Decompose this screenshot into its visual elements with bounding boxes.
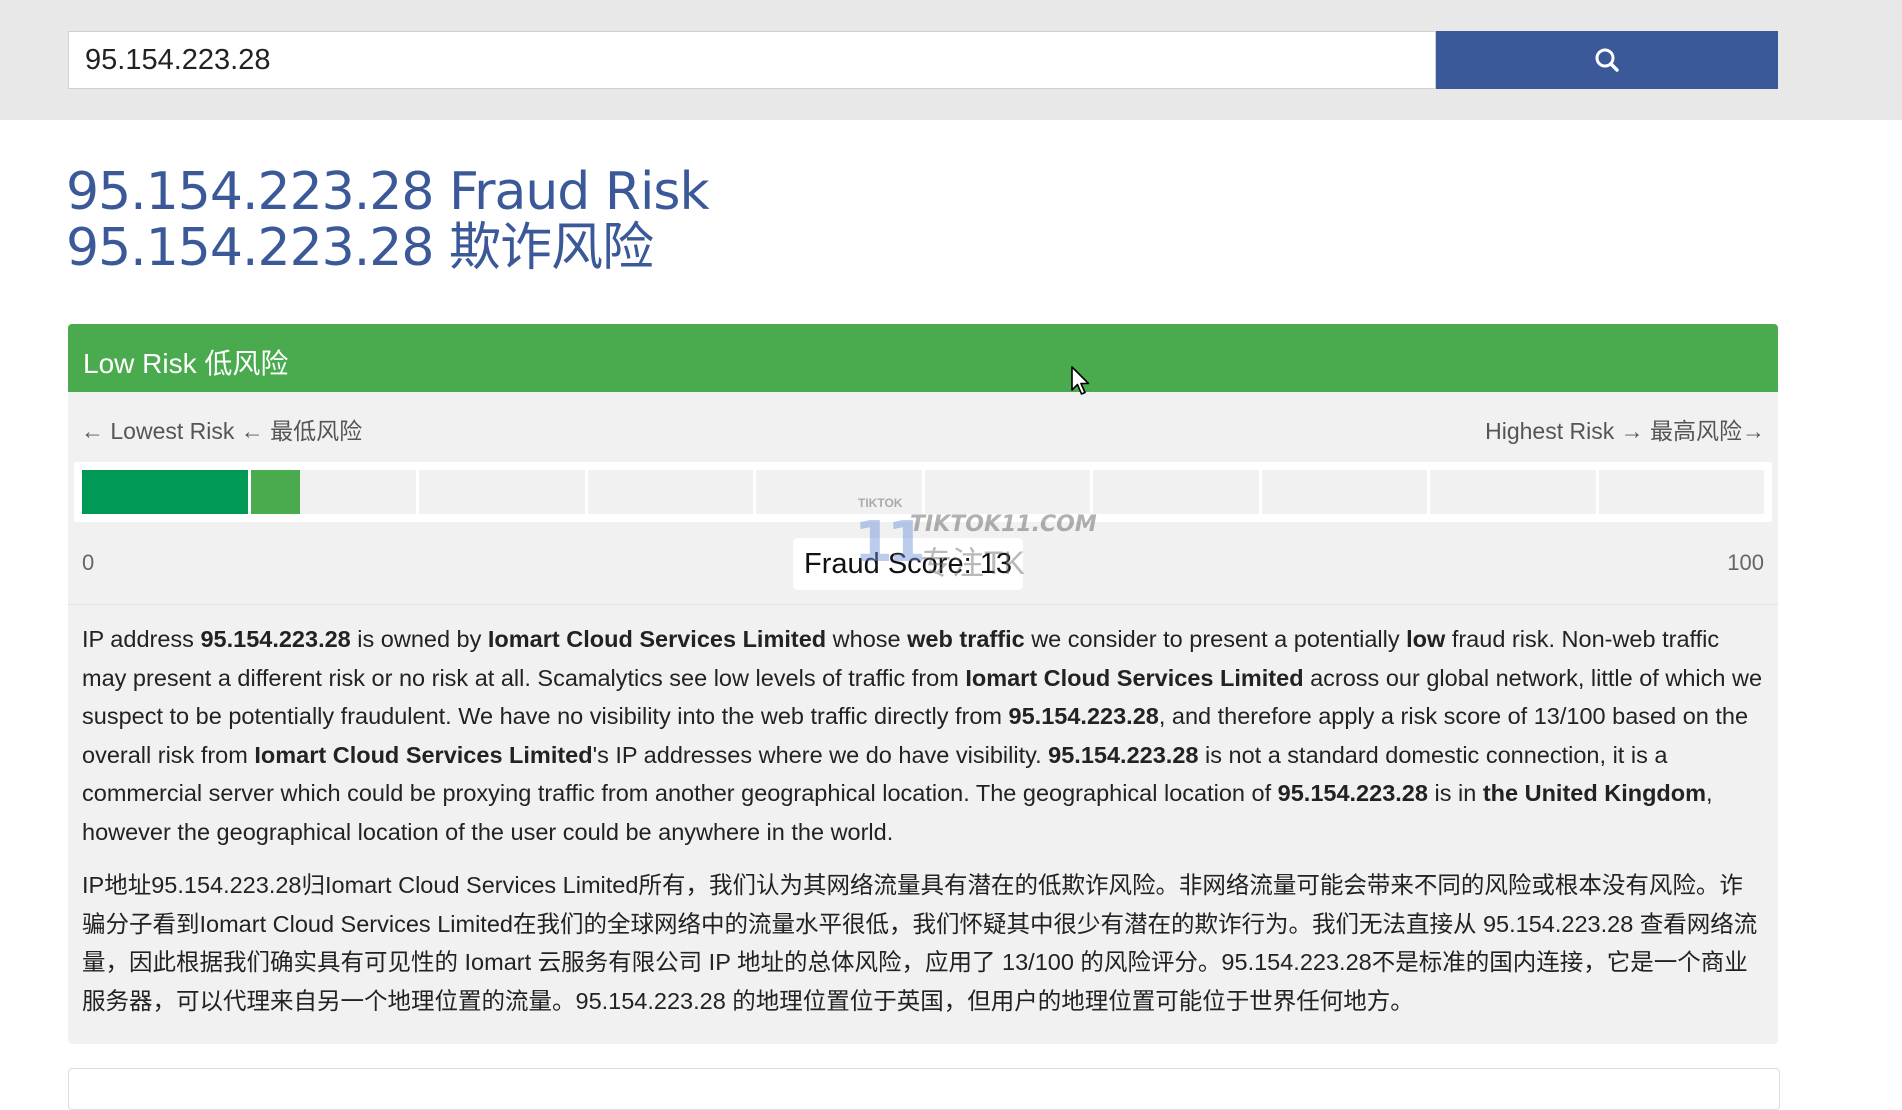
desc-text: we consider to present a potentially	[1024, 626, 1407, 652]
desc-text: IP address	[82, 626, 201, 652]
mouse-pointer-icon	[1071, 366, 1090, 395]
meter-segment	[1598, 470, 1764, 514]
risk-level-header: Low Risk 低风险	[68, 324, 1778, 392]
fraud-score-meter	[74, 462, 1772, 522]
page-title-chinese: 95.154.223.28 欺诈风险	[66, 218, 654, 278]
fraud-score-badge: Fraud Score: 13	[793, 538, 1023, 590]
desc-text: is owned by	[350, 626, 488, 652]
meter-segment	[1261, 470, 1427, 514]
description-english: IP address 95.154.223.28 is owned by Iom…	[82, 620, 1766, 852]
desc-text: is in	[1427, 780, 1483, 807]
meter-segment	[1093, 470, 1259, 514]
description-chinese: IP地址95.154.223.28归Iomart Cloud Services …	[82, 872, 1758, 1014]
meter-segment	[587, 470, 753, 514]
search-icon	[1595, 48, 1619, 72]
meter-fill-partial	[250, 470, 301, 514]
meter-min-label: 0	[82, 550, 95, 575]
page-title: 95.154.223.28 Fraud Risk 95.154.223.28 欺…	[66, 162, 710, 278]
meter-segment	[419, 470, 585, 514]
desc-country: the United Kingdom	[1482, 780, 1707, 807]
desc-org: Iomart Cloud Services Limited	[487, 626, 827, 652]
meter-max-label: 100	[1727, 550, 1764, 575]
fraud-risk-panel: Low Risk 低风险 ← Lowest Risk ← 最低风险 Highes…	[68, 324, 1778, 1044]
desc-web-traffic: web traffic	[907, 626, 1025, 652]
search-button[interactable]	[1436, 31, 1778, 89]
meter-segment	[1430, 470, 1596, 514]
highest-risk-label: Highest Risk → 最高风险→	[1485, 418, 1765, 444]
desc-ip: 95.154.223.28	[200, 626, 351, 652]
desc-text: whose	[826, 626, 908, 652]
search-bar	[0, 0, 1902, 120]
desc-ip: 95.154.223.28	[1048, 741, 1199, 768]
desc-ip: 95.154.223.28	[1008, 703, 1159, 730]
desc-org: Iomart Cloud Services Limited	[965, 664, 1304, 691]
lowest-risk-label: ← Lowest Risk ← 最低风险	[81, 418, 363, 444]
meter-fill	[82, 470, 248, 514]
desc-ip: 95.154.223.28	[1277, 780, 1428, 807]
meter-segment	[924, 470, 1090, 514]
page-title-english: 95.154.223.28 Fraud Risk	[66, 162, 710, 222]
fraud-score-text: Fraud Score: 13	[804, 547, 1012, 580]
desc-org: Iomart Cloud Services Limited	[254, 741, 593, 768]
search-input[interactable]	[68, 31, 1436, 89]
desc-text: 's IP addresses where we do have visibil…	[592, 741, 1049, 768]
meter-segment	[756, 470, 922, 514]
desc-risk-level: low	[1406, 626, 1446, 652]
divider	[68, 604, 1778, 605]
next-section-panel	[68, 1068, 1780, 1110]
risk-level-label: Low Risk 低风险	[83, 348, 289, 379]
